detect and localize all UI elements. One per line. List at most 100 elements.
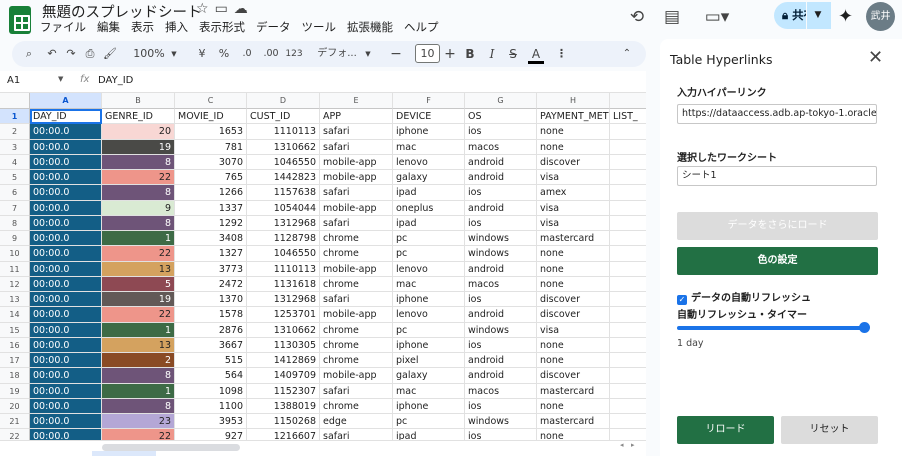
table-cell[interactable]: 00:00.0 — [30, 322, 102, 338]
row-header[interactable]: 8 — [0, 215, 30, 231]
table-cell[interactable]: lenovo — [393, 307, 465, 323]
row-header[interactable]: 2 — [0, 124, 30, 140]
table-cell[interactable]: 3773 — [175, 261, 247, 277]
table-cell[interactable] — [610, 307, 646, 323]
row-header[interactable]: 12 — [0, 276, 30, 292]
column-header[interactable]: H — [537, 93, 610, 109]
row-header[interactable]: 19 — [0, 383, 30, 399]
scroll-right-icon[interactable]: ▸ — [631, 441, 635, 449]
row-header[interactable]: 21 — [0, 414, 30, 430]
more-options-icon[interactable]: ⋮ — [556, 46, 567, 62]
table-cell[interactable]: safari — [320, 429, 393, 440]
table-cell[interactable]: chrome — [320, 246, 393, 262]
table-cell[interactable]: 1131618 — [247, 276, 320, 292]
table-cell[interactable]: ios — [465, 185, 537, 201]
table-cell[interactable]: 1409709 — [247, 368, 320, 384]
table-cell[interactable]: chrome — [320, 322, 393, 338]
table-cell[interactable]: 1128798 — [247, 231, 320, 247]
table-cell[interactable]: mobile-app — [320, 261, 393, 277]
table-cell[interactable]: mastercard — [537, 383, 610, 399]
percent-button[interactable]: % — [217, 46, 231, 62]
table-cell[interactable]: chrome — [320, 231, 393, 247]
row-header[interactable]: 6 — [0, 185, 30, 201]
table-cell[interactable]: 8 — [102, 185, 175, 201]
table-cell[interactable] — [610, 338, 646, 353]
table-cell[interactable]: chrome — [320, 337, 393, 353]
table-cell[interactable]: 1098 — [175, 383, 247, 399]
table-cell[interactable]: none — [537, 353, 610, 369]
strikethrough-icon[interactable]: S — [507, 46, 519, 62]
table-cell[interactable]: chrome — [320, 276, 393, 292]
table-cell[interactable]: mac — [393, 276, 465, 292]
table-cell[interactable]: none — [537, 429, 610, 440]
table-cell[interactable] — [610, 368, 646, 384]
table-cell[interactable]: android — [465, 170, 537, 186]
table-cell[interactable]: pixel — [393, 353, 465, 369]
table-cell[interactable]: galaxy — [393, 368, 465, 384]
search-menus-icon[interactable]: ⌕ — [22, 46, 36, 62]
table-cell[interactable]: edge — [320, 414, 393, 430]
table-cell[interactable]: 1578 — [175, 307, 247, 323]
table-cell[interactable]: windows — [465, 322, 537, 338]
table-cell[interactable]: 1100 — [175, 398, 247, 414]
table-cell[interactable]: iphone — [393, 398, 465, 414]
table-cell[interactable]: safari — [320, 383, 393, 399]
table-cell[interactable]: 00:00.0 — [30, 276, 102, 292]
auto-refresh-checkbox[interactable]: ✓ — [677, 295, 687, 305]
menu-item[interactable]: 拡張機能 — [347, 19, 393, 35]
menu-item[interactable]: 編集 — [97, 19, 120, 35]
menu-item[interactable]: ヘルプ — [404, 19, 439, 35]
header-cell[interactable]: CUST_ID — [247, 109, 320, 125]
row-header[interactable]: 18 — [0, 368, 30, 384]
table-cell[interactable]: ipad — [393, 185, 465, 201]
table-cell[interactable]: 22 — [102, 170, 175, 186]
table-cell[interactable]: 00:00.0 — [30, 185, 102, 201]
table-cell[interactable]: 1653 — [175, 124, 247, 140]
table-cell[interactable]: 3667 — [175, 337, 247, 353]
table-cell[interactable]: ios — [465, 337, 537, 353]
table-cell[interactable]: 1253701 — [247, 307, 320, 323]
increase-font-size-icon[interactable]: + — [444, 46, 456, 62]
table-cell[interactable]: 1046550 — [247, 154, 320, 170]
meet-icon[interactable]: ▭▾ — [700, 6, 734, 28]
history-icon[interactable]: ⟲ — [626, 6, 648, 28]
table-cell[interactable]: 00:00.0 — [30, 154, 102, 170]
auto-refresh-row[interactable]: ✓ データの自動リフレッシュ — [677, 289, 811, 305]
load-more-button[interactable]: データをさらにロード — [677, 212, 878, 240]
column-header[interactable]: C — [175, 93, 247, 109]
table-cell[interactable]: 00:00.0 — [30, 383, 102, 399]
table-cell[interactable]: 00:00.0 — [30, 353, 102, 369]
table-cell[interactable]: ipad — [393, 429, 465, 440]
name-box[interactable]: A1 — [7, 75, 20, 86]
table-cell[interactable]: 1216607 — [247, 429, 320, 440]
table-cell[interactable]: android — [465, 261, 537, 277]
zoom-select[interactable]: 100% — [131, 46, 167, 62]
table-cell[interactable] — [610, 353, 646, 369]
table-cell[interactable]: 1 — [102, 322, 175, 338]
formula-input[interactable]: DAY_ID — [98, 75, 133, 86]
table-cell[interactable]: 8 — [102, 398, 175, 414]
row-header[interactable]: 7 — [0, 200, 30, 216]
table-cell[interactable]: mastercard — [537, 414, 610, 430]
scrollbar-thumb[interactable] — [102, 444, 240, 451]
table-cell[interactable] — [610, 399, 646, 414]
table-cell[interactable]: 19 — [102, 139, 175, 155]
row-header[interactable]: 1 — [0, 109, 30, 125]
table-cell[interactable]: mobile-app — [320, 200, 393, 216]
undo-icon[interactable]: ↶ — [45, 46, 59, 62]
table-cell[interactable]: 00:00.0 — [30, 429, 102, 440]
table-cell[interactable]: ios — [465, 398, 537, 414]
table-cell[interactable]: discover — [537, 154, 610, 170]
sheet-input[interactable]: シート1 — [677, 166, 877, 186]
table-cell[interactable]: none — [537, 261, 610, 277]
table-cell[interactable]: mobile-app — [320, 170, 393, 186]
table-cell[interactable]: iphone — [393, 337, 465, 353]
table-cell[interactable]: 1152307 — [247, 383, 320, 399]
table-cell[interactable]: discover — [537, 292, 610, 308]
table-cell[interactable]: iphone — [393, 124, 465, 140]
table-cell[interactable]: 927 — [175, 429, 247, 440]
row-header[interactable]: 14 — [0, 307, 30, 323]
table-cell[interactable]: 00:00.0 — [30, 124, 102, 140]
table-cell[interactable]: 515 — [175, 353, 247, 369]
decrease-font-size-icon[interactable]: − — [390, 46, 402, 62]
